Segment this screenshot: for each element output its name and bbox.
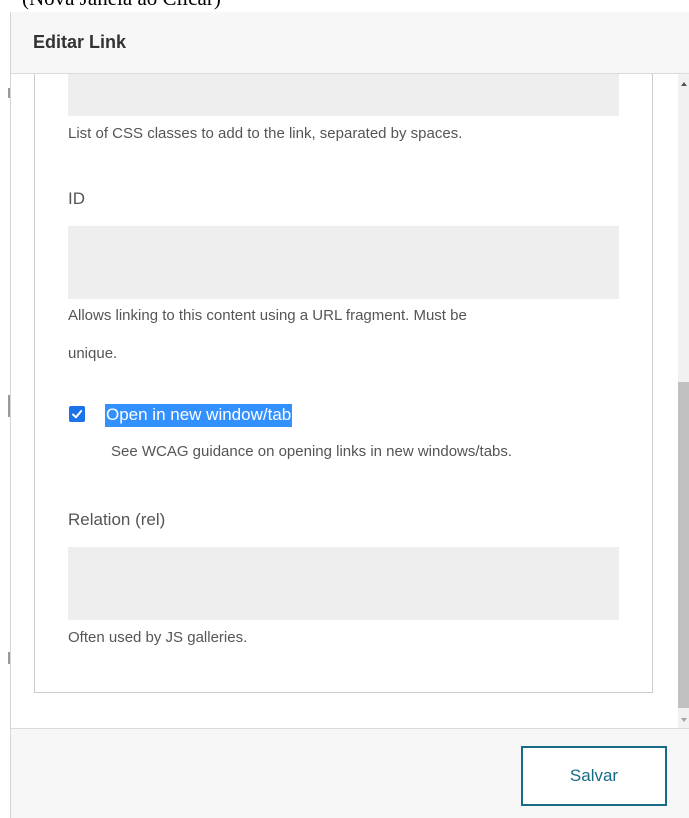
rel-input[interactable] (68, 547, 619, 620)
id-help-text-line1: Allows linking to this content using a U… (68, 307, 467, 324)
open-new-window-checkbox[interactable] (69, 406, 85, 422)
scroll-up-arrow-icon[interactable] (681, 82, 687, 86)
page-top-clipped-text: (Nova Janela ao Clicar) (22, 0, 221, 11)
link-attributes-panel: List of CSS classes to add to the link, … (34, 74, 653, 693)
dialog-body[interactable]: List of CSS classes to add to the link, … (11, 74, 689, 728)
open-new-window-label[interactable]: Open in new window/tab (105, 404, 293, 427)
dialog-header: Editar Link (11, 12, 689, 74)
checkmark-icon (72, 410, 83, 419)
rel-label: Relation (rel) (68, 510, 166, 529)
css-classes-help-text: List of CSS classes to add to the link, … (68, 125, 463, 142)
dialog-footer: Salvar (11, 728, 689, 818)
dialog-title: Editar Link (33, 32, 127, 52)
dialog-scrollbar[interactable] (678, 74, 689, 728)
rel-help-text: Often used by JS galleries. (68, 629, 248, 646)
id-help-text-line2: unique. (68, 345, 118, 362)
scroll-down-arrow-icon[interactable] (681, 718, 687, 722)
open-new-window-help-text: See WCAG guidance on opening links in ne… (111, 443, 513, 460)
edit-link-dialog: Editar Link List of CSS classes to add t… (10, 12, 689, 818)
id-input[interactable] (68, 226, 619, 299)
page: (Nova Janela ao Clicar) Editar Link List… (0, 0, 689, 818)
css-classes-input[interactable] (68, 74, 619, 116)
save-button[interactable]: Salvar (521, 746, 667, 806)
id-label: ID (68, 189, 85, 208)
scrollbar-thumb[interactable] (678, 382, 689, 708)
